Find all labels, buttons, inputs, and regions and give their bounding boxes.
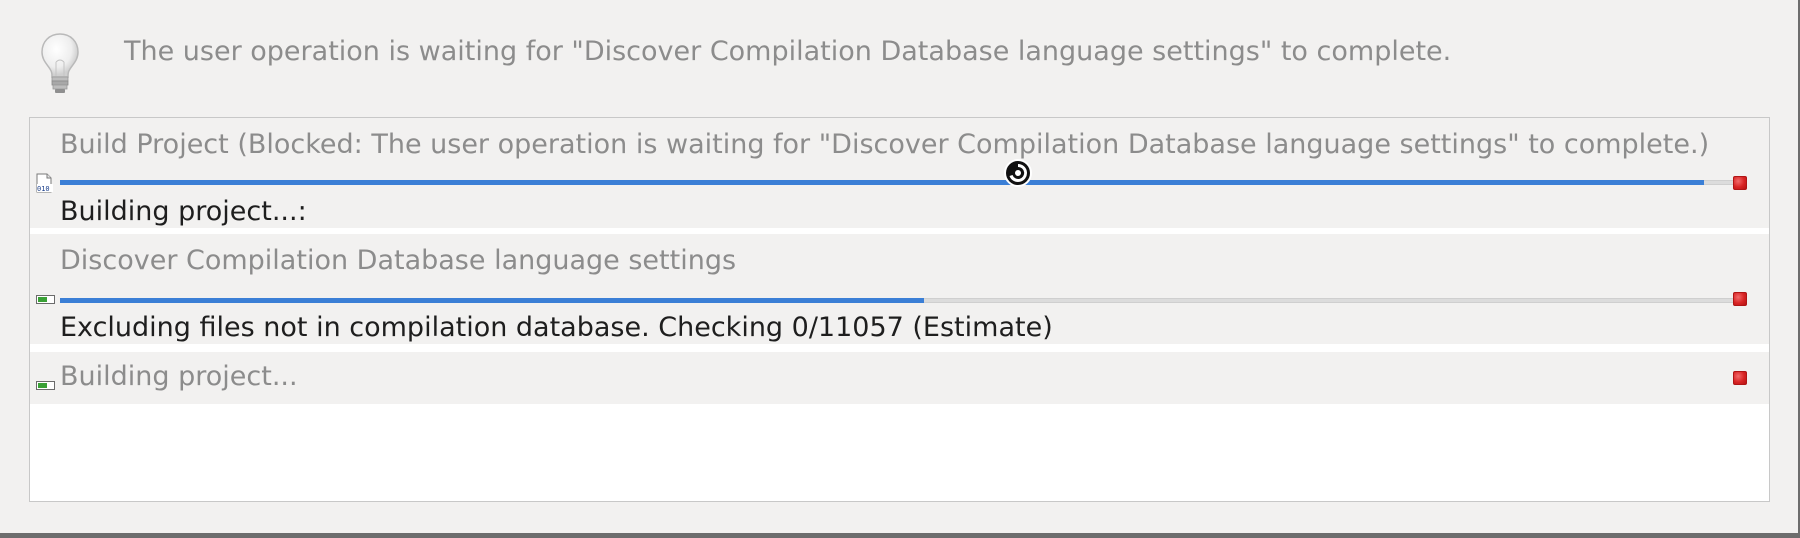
job-progress-fill [60, 180, 1705, 185]
job-title: Discover Compilation Database language s… [60, 245, 737, 276]
lightbulb-icon [41, 33, 79, 93]
job-progress-fill [60, 298, 925, 303]
job-item-discover-settings[interactable]: Discover Compilation Database language s… [30, 234, 1769, 344]
binary-file-icon: 010 [36, 173, 53, 193]
hint-text: The user operation is waiting for "Disco… [124, 36, 1452, 67]
svg-text:010: 010 [37, 185, 50, 193]
stop-button[interactable] [1733, 371, 1747, 385]
job-item-building-project[interactable]: Building project... [30, 352, 1769, 404]
job-status: Excluding files not in compilation datab… [60, 312, 1053, 343]
job-status: Building project...: [60, 196, 307, 227]
progress-job-icon [36, 381, 55, 390]
job-title: Building project... [60, 361, 298, 392]
stop-button[interactable] [1733, 176, 1747, 190]
blocked-hint: The user operation is waiting for "Disco… [0, 0, 1798, 110]
progress-dialog: The user operation is waiting for "Disco… [0, 0, 1798, 533]
job-progress-bar [60, 180, 1740, 185]
busy-cursor-icon [1004, 159, 1032, 187]
progress-job-icon [36, 295, 55, 304]
job-list[interactable]: Build Project (Blocked: The user operati… [29, 117, 1770, 502]
job-item-build-project[interactable]: Build Project (Blocked: The user operati… [30, 118, 1769, 228]
stop-button[interactable] [1733, 292, 1747, 306]
job-progress-bar [60, 298, 1740, 303]
job-title: Build Project (Blocked: The user operati… [60, 129, 1710, 160]
